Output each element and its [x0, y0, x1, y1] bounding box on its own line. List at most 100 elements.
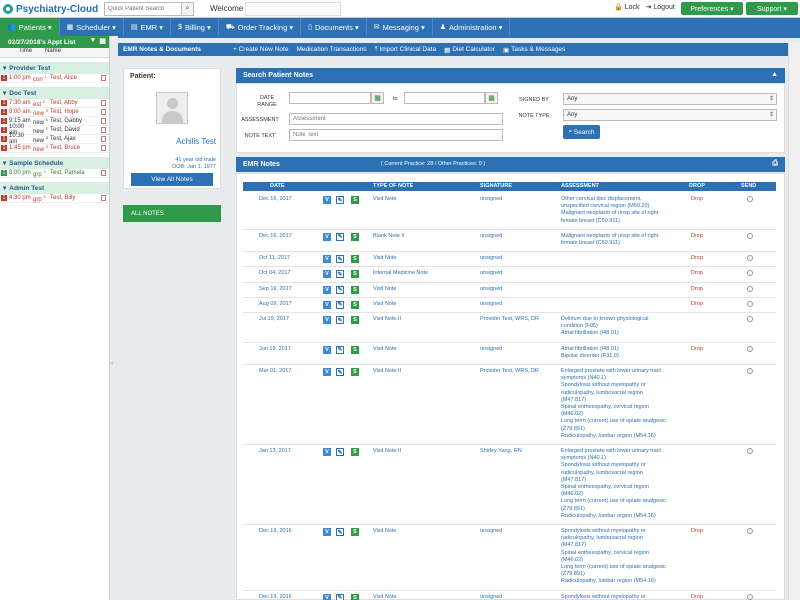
- note-date[interactable]: Oct 04, 2017: [259, 270, 291, 277]
- assessment-input[interactable]: [289, 113, 503, 125]
- send-checkbox[interactable]: [747, 255, 753, 261]
- appt-row[interactable]: 18:00 amnew 3Test, Hope: [0, 108, 109, 117]
- date-to-input[interactable]: [404, 92, 485, 104]
- print-icon[interactable]: ⎙: [772, 160, 778, 168]
- document-icon[interactable]: [101, 170, 106, 176]
- drop-link[interactable]: Drop: [691, 286, 703, 292]
- collapse-chevron-icon[interactable]: ▲: [771, 71, 778, 78]
- calendar-icon[interactable]: ▦: [371, 92, 384, 104]
- diet-calculator-button[interactable]: ▦Diet Calculator: [444, 46, 495, 54]
- send-checkbox[interactable]: [747, 196, 753, 202]
- view-note-button[interactable]: V: [323, 270, 331, 278]
- document-icon[interactable]: [101, 127, 106, 133]
- note-date[interactable]: Dec 19, 2016: [259, 528, 292, 535]
- note-date[interactable]: Dec 16, 2017: [259, 196, 292, 203]
- nav-emr[interactable]: ▤EMR ▾: [124, 18, 171, 36]
- superbill-button[interactable]: S: [351, 368, 359, 376]
- document-icon[interactable]: [101, 109, 106, 115]
- view-note-button[interactable]: V: [323, 255, 331, 263]
- view-note-button[interactable]: V: [323, 346, 331, 354]
- edit-note-icon[interactable]: ✎: [336, 196, 344, 204]
- import-clinical-data-button[interactable]: ⤒Import Clinical Data: [375, 46, 437, 54]
- superbill-button[interactable]: S: [351, 301, 359, 309]
- note-date[interactable]: Oct 11, 2017: [259, 255, 290, 262]
- drop-link[interactable]: Drop: [691, 301, 703, 307]
- note-type[interactable]: Visit Note: [373, 286, 396, 293]
- appt-group-header[interactable]: ▾Doc Test: [0, 87, 109, 99]
- note-type[interactable]: Visit Note: [373, 301, 396, 308]
- view-note-button[interactable]: V: [323, 368, 331, 376]
- page-scrollbar[interactable]: [788, 43, 800, 600]
- drop-link[interactable]: Drop: [691, 270, 703, 276]
- send-checkbox[interactable]: [747, 316, 753, 322]
- create-new-note-button[interactable]: + Create New Note: [233, 46, 288, 53]
- note-type[interactable]: Visit Note II: [373, 316, 401, 323]
- medication-transactions-button[interactable]: Medication Transactions: [296, 46, 366, 53]
- nav-patients[interactable]: 👥Patients ▾: [0, 18, 60, 36]
- filter-icon[interactable]: ▼: [89, 37, 96, 45]
- document-icon[interactable]: [101, 136, 106, 142]
- note-type[interactable]: Visit Note: [373, 528, 396, 535]
- edit-note-icon[interactable]: ✎: [336, 346, 344, 354]
- appt-row[interactable]: 17:30 amest 2Test, Abby: [0, 99, 109, 108]
- support-button[interactable]: Support ▾: [746, 2, 798, 15]
- edit-note-icon[interactable]: ✎: [336, 255, 344, 263]
- note-type[interactable]: Visit Note: [373, 255, 396, 262]
- superbill-button[interactable]: S: [351, 528, 359, 536]
- view-note-button[interactable]: V: [323, 528, 331, 536]
- nav-documents[interactable]: ▯Documents ▾: [301, 18, 367, 36]
- app-logo[interactable]: Psychiatry-Cloud: [3, 2, 98, 16]
- calendar-icon[interactable]: ▦: [99, 37, 106, 45]
- drop-link[interactable]: Drop: [691, 346, 703, 352]
- note-type[interactable]: Visit Note II: [373, 368, 401, 375]
- note-date[interactable]: Dec 19, 2016: [259, 594, 292, 600]
- note-date[interactable]: Jan 13, 2017: [259, 448, 291, 455]
- drop-link[interactable]: Drop: [691, 255, 703, 261]
- view-note-button[interactable]: V: [323, 594, 331, 600]
- view-note-button[interactable]: V: [323, 316, 331, 324]
- appt-row[interactable]: 11:00 pmcon 1Test, Alice: [0, 74, 109, 83]
- view-note-button[interactable]: V: [323, 448, 331, 456]
- edit-note-icon[interactable]: ✎: [336, 233, 344, 241]
- edit-note-icon[interactable]: ✎: [336, 316, 344, 324]
- note-date[interactable]: Sep 19, 2017: [259, 286, 292, 293]
- superbill-button[interactable]: S: [351, 448, 359, 456]
- note-date[interactable]: Jul 19, 2017: [259, 316, 289, 323]
- note-type[interactable]: Visit Note: [373, 594, 396, 600]
- view-note-button[interactable]: V: [323, 301, 331, 309]
- drop-link[interactable]: Drop: [691, 233, 703, 239]
- quick-search-input[interactable]: [105, 3, 181, 15]
- document-icon[interactable]: [101, 75, 106, 81]
- calendar-icon[interactable]: ▦: [485, 92, 498, 104]
- superbill-button[interactable]: S: [351, 233, 359, 241]
- date-from-input[interactable]: [289, 92, 371, 104]
- send-checkbox[interactable]: [747, 233, 753, 239]
- document-icon[interactable]: [101, 195, 106, 201]
- send-checkbox[interactable]: [747, 528, 753, 534]
- superbill-button[interactable]: S: [351, 255, 359, 263]
- superbill-button[interactable]: S: [351, 270, 359, 278]
- appt-row[interactable]: 14:30 pmgrp 3Test, Billy: [0, 194, 109, 203]
- appt-row[interactable]: 18:00 pmgrp 3Test, Pamela: [0, 169, 109, 178]
- nav-scheduler[interactable]: ▦Scheduler ▾: [60, 18, 124, 36]
- preferences-button[interactable]: Preferences ▾: [681, 2, 743, 15]
- document-icon[interactable]: [101, 118, 106, 124]
- appt-group-header[interactable]: ▾Sample Schedule: [0, 157, 109, 169]
- search-icon[interactable]: ⌕: [181, 3, 193, 15]
- collapse-sidebar-icon[interactable]: ‹: [111, 360, 113, 367]
- appt-group-header[interactable]: ▾Provider Test: [0, 62, 109, 74]
- note-type[interactable]: Visit Note II: [373, 448, 401, 455]
- note-type[interactable]: Visit Note: [373, 346, 396, 353]
- drop-link[interactable]: Drop: [691, 594, 703, 600]
- appt-row[interactable]: 110:30 amnew 3Test, Ajax: [0, 135, 109, 144]
- drop-link[interactable]: Drop: [691, 528, 703, 534]
- appt-group-header[interactable]: ▾Admin Test: [0, 182, 109, 194]
- edit-note-icon[interactable]: ✎: [336, 270, 344, 278]
- note-type-select[interactable]: Any ⇕: [563, 109, 777, 121]
- superbill-button[interactable]: S: [351, 346, 359, 354]
- edit-note-icon[interactable]: ✎: [336, 528, 344, 536]
- view-note-button[interactable]: V: [323, 233, 331, 241]
- all-notes-button[interactable]: ALL NOTES: [123, 205, 221, 222]
- appt-row[interactable]: 11:45 pmnew 3Test, Bruce: [0, 144, 109, 153]
- view-note-button[interactable]: V: [323, 286, 331, 294]
